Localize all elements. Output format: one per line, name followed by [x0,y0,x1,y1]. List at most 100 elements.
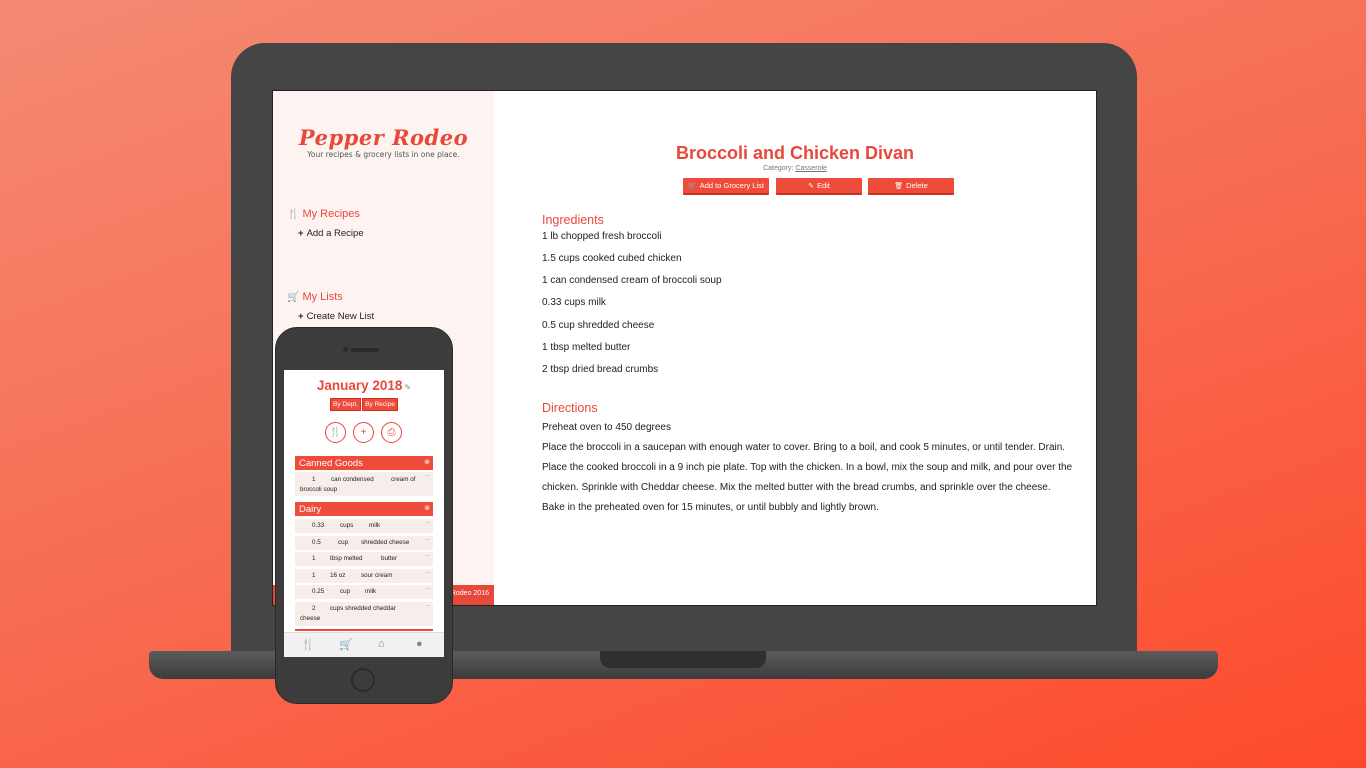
phone-home-button[interactable] [351,668,375,692]
ingredient-item: 0.5 cup shredded cheese [542,320,655,331]
direction-line: Bake in the preheated oven for 15 minute… [542,502,879,513]
button-label: Delete [906,181,928,190]
dept-header-dairy[interactable]: Dairy ⊗ [295,502,433,516]
pencil-icon[interactable]: ✎ [404,383,411,392]
pencil-icon: ✎ [808,182,814,190]
item-name-continued: cheese [300,615,321,622]
item-name-continued: broccoli soup [300,486,338,493]
next-dept-edge [295,629,433,631]
remove-icon[interactable]: − [425,586,429,593]
recipe-title: Broccoli and Chicken Divan [675,143,915,163]
ingredient-item: 1 lb chopped fresh broccoli [542,231,662,242]
item-qty: 0.33 [312,522,325,529]
list-item[interactable]: 0.5 cup shredded cheese − [295,536,433,550]
ingredients-heading: Ingredients [542,213,604,227]
remove-icon[interactable]: − [425,520,429,527]
ingredient-item: 1.5 cups cooked cubed chicken [542,253,682,264]
close-circle-icon[interactable]: ⊗ [424,458,430,466]
plus-icon: + [298,228,304,239]
cart-icon: 🛒 [287,292,300,303]
sidebar-item-label: My Lists [302,291,343,303]
footer-text: Rodeo 2016 [450,590,489,597]
utensils-icon[interactable]: 🍴 [325,422,346,443]
item-qty: 0.5 [312,539,321,546]
home-icon[interactable]: ⌂ [378,638,385,650]
category-label: Category: [763,165,794,172]
direction-line: Place the broccoli in a saucepan with en… [542,442,1066,453]
button-label: Edit [816,181,830,190]
cart-icon[interactable]: 🛒 [339,638,353,651]
remove-icon[interactable]: − [425,553,429,560]
list-title-text: January 2018 [316,378,403,393]
direction-line: Preheat oven to 450 degrees [542,422,671,433]
dept-header-canned-goods[interactable]: Canned Goods ⊗ [295,456,433,470]
ingredient-item: 1 tbsp melted butter [542,342,631,353]
button-label: Add to Grocery List [699,181,764,190]
item-unit: tbsp melted [330,555,363,562]
create-list-link[interactable]: + Create New List [298,311,374,322]
directions-heading: Directions [542,401,598,415]
list-item[interactable]: 0.33 cups milk − [295,519,433,533]
list-item[interactable]: 1 16 oz sour cream − [295,569,433,583]
list-item[interactable]: 0.25 cup milk − [295,585,433,599]
remove-icon[interactable]: − [425,473,429,480]
mobile-tab-bar: 🍴 🛒 ⌂ ● [284,632,444,657]
item-unit: cups [340,522,354,529]
item-qty: 0.25 [312,588,325,595]
list-item[interactable]: 1 can condensed cream of broccoli soup − [295,472,433,496]
phone-speaker [351,348,379,352]
print-icon[interactable]: ⎙ [381,422,402,443]
item-name: butter [381,555,398,562]
add-recipe-link[interactable]: + Add a Recipe [298,228,364,239]
phone-camera [343,347,348,352]
add-to-grocery-list-button[interactable]: 🛒 Add to Grocery List [683,178,769,195]
direction-line: Place the cooked broccoli in a 9 inch pi… [542,462,1073,473]
utensils-icon: 🍴 [287,209,300,220]
user-icon[interactable]: ● [416,638,423,650]
list-item[interactable]: 1 tbsp melted butter − [295,552,433,566]
item-unit: cups shredded cheddar [330,605,396,612]
list-title: January 2018 ✎ [284,378,444,393]
list-item[interactable]: 2 cups shredded cheddar cheese − [295,602,433,626]
sidebar-item-my-recipes[interactable]: 🍴 My Recipes [287,208,360,220]
item-name: milk [369,522,381,529]
dept-name: Dairy [299,503,322,515]
item-unit: cup [340,588,351,595]
remove-icon[interactable]: − [425,537,429,544]
add-recipe-label: Add a Recipe [306,228,364,239]
create-list-label: Create New List [306,311,375,322]
remove-icon[interactable]: − [425,570,429,577]
plus-icon: + [298,311,304,322]
direction-line: chicken. Sprinkle with Cheddar cheese. M… [542,482,1051,493]
item-unit: cup [338,539,349,546]
tab-by-recipe[interactable]: By Recipe [362,398,398,411]
item-name: cream of [391,476,416,483]
app-tagline: Your recipes & grocery lists in one plac… [307,150,460,159]
item-name: milk [365,588,377,595]
sidebar-item-label: My Recipes [302,208,360,220]
ingredient-item: 2 tbsp dried bread crumbs [542,364,659,375]
mobile-screen: January 2018 ✎ By Dept. By Recipe 🍴 + ⎙ C… [284,370,444,657]
sidebar-item-my-lists[interactable]: 🛒 My Lists [287,291,343,303]
remove-icon[interactable]: − [425,603,429,610]
ingredient-item: 0.33 cups milk [542,297,606,308]
item-unit: can condensed [331,476,374,483]
delete-button[interactable]: 🗑 Delete [868,178,954,195]
item-name: sour cream [361,572,393,579]
item-qty: 1 [312,555,316,562]
plus-icon[interactable]: + [353,422,374,443]
app-logo[interactable]: Pepper Rodeo [273,125,494,150]
trash-icon: 🗑 [894,182,904,190]
laptop-notch [600,651,766,668]
item-qty: 2 [312,605,316,612]
utensils-icon[interactable]: 🍴 [301,638,315,651]
category-link[interactable]: Casserole [795,165,827,172]
item-qty: 1 [312,572,316,579]
recipe-category: Category: Casserole [494,165,1096,172]
item-name: shredded cheese [361,539,410,546]
tab-by-dept[interactable]: By Dept. [330,398,361,411]
edit-button[interactable]: ✎ Edit [776,178,862,195]
cart-icon: 🛒 [688,182,697,190]
close-circle-icon[interactable]: ⊗ [424,504,430,512]
item-unit: 16 oz [330,572,346,579]
